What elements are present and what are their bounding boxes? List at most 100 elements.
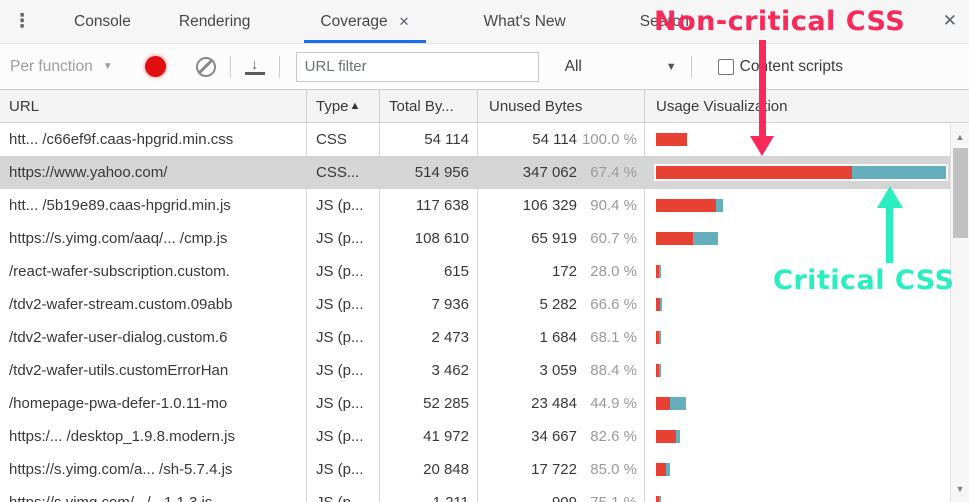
column-header-url[interactable]: URL [0, 90, 307, 122]
unused-bar-segment [656, 199, 716, 212]
close-devtools-icon[interactable]: ✕ [943, 11, 957, 31]
row-url: /react-wafer-subscription.custom. [0, 255, 307, 288]
coverage-table-row[interactable]: /tdv2-wafer-user-dialog.custom.6 JS (p..… [0, 321, 969, 354]
row-usage-visualization [645, 123, 969, 156]
row-usage-visualization [645, 486, 969, 502]
usage-bar [656, 331, 661, 344]
row-type: JS (p... [307, 420, 380, 453]
row-unused-bytes: 909 75.1 % [478, 486, 645, 502]
unused-bar-segment [656, 397, 670, 410]
unused-bar-segment [656, 430, 676, 443]
row-unused-bytes: 17 722 85.0 % [478, 453, 645, 486]
critical-arrow-icon [886, 207, 893, 263]
tab-close-icon[interactable]: ✕ [399, 14, 410, 30]
vertical-scrollbar[interactable]: ▲ ▼ [950, 124, 969, 502]
row-total-bytes: 108 610 [380, 222, 478, 255]
row-url: /tdv2-wafer-user-dialog.custom.6 [0, 321, 307, 354]
chevron-down-icon: ▼ [102, 61, 113, 72]
drawer-tab[interactable]: Rendering ✕ [163, 0, 267, 43]
unused-bytes-value: 17 722 [531, 461, 577, 478]
coverage-table-row[interactable]: https://s.yimg.com/.../..-1.1.3.js JS (p… [0, 486, 969, 502]
row-total-bytes: 41 972 [380, 420, 478, 453]
column-header-usage-visualization[interactable]: Usage Visualization [645, 90, 969, 122]
row-type: CSS... [307, 156, 380, 189]
non-critical-css-annotation: Non-critical CSS [654, 6, 906, 37]
coverage-toolbar: Per function ▼ ↓ All ▼ Content scripts [0, 44, 969, 90]
scrollbar-thumb[interactable] [953, 148, 968, 238]
unused-bytes-value: 347 062 [522, 164, 577, 181]
devtools-drawer: ⋮ Console ✕ Rendering ✕ Coverage ✕ What'… [0, 0, 969, 502]
row-total-bytes: 514 956 [380, 156, 478, 189]
column-header-total-bytes[interactable]: Total By... [380, 90, 478, 122]
type-filter-dropdown[interactable]: All ▼ [565, 58, 677, 76]
row-usage-visualization [645, 354, 969, 387]
row-total-bytes: 54 114 [380, 123, 478, 156]
row-total-bytes: 2 473 [380, 321, 478, 354]
content-scripts-checkbox[interactable] [717, 58, 734, 75]
usage-bar [656, 166, 946, 179]
unused-percent-value: 66.6 % [590, 296, 637, 313]
tab-label: Console [74, 12, 131, 30]
unused-bar-segment [656, 232, 693, 245]
toolbar-divider [278, 55, 280, 78]
drawer-tab[interactable]: What's New ✕ [468, 0, 582, 43]
row-usage-visualization [645, 321, 969, 354]
usage-bar [656, 397, 686, 410]
row-url: https://www.yahoo.com/ [0, 156, 307, 189]
unused-bytes-value: 3 059 [539, 362, 577, 379]
row-unused-bytes: 172 28.0 % [478, 255, 645, 288]
export-icon[interactable]: ↓ [244, 57, 265, 75]
coverage-table-row[interactable]: htt... /5b19e89.caas-hpgrid.min.js JS (p… [0, 189, 969, 222]
unused-percent-value: 60.7 % [590, 230, 637, 247]
critical-css-annotation: Critical CSS [773, 265, 955, 296]
row-usage-visualization [645, 453, 969, 486]
row-type: JS (p... [307, 288, 380, 321]
usage-bar [656, 430, 680, 443]
coverage-table-row[interactable]: https:/... /desktop_1.9.8.modern.js JS (… [0, 420, 969, 453]
tab-label: Coverage [320, 12, 388, 30]
row-unused-bytes: 347 062 67.4 % [478, 156, 645, 189]
unused-percent-value: 88.4 % [590, 362, 637, 379]
tab-strip: Console ✕ Rendering ✕ Coverage ✕ What's … [44, 0, 705, 43]
row-unused-bytes: 54 114 100.0 % [478, 123, 645, 156]
clear-icon[interactable] [195, 56, 216, 77]
coverage-table-row[interactable]: https://www.yahoo.com/ CSS... 514 956 34… [0, 156, 969, 189]
record-button[interactable] [144, 56, 166, 77]
drawer-tab[interactable]: Coverage ✕ [304, 0, 426, 43]
column-header-type[interactable]: Type ▲ [307, 90, 380, 122]
coverage-table-row[interactable]: https://s.yimg.com/a... /sh-5.7.4.js JS … [0, 453, 969, 486]
coverage-table-row[interactable]: htt... /c66ef9f.caas-hpgrid.min.css CSS … [0, 123, 969, 156]
row-url: /tdv2-wafer-utils.customErrorHan [0, 354, 307, 387]
column-header-unused-bytes[interactable]: Unused Bytes [478, 90, 645, 122]
chevron-down-icon: ▼ [665, 60, 677, 73]
coverage-table-row[interactable]: /homepage-pwa-defer-1.0.11-mo JS (p... 5… [0, 387, 969, 420]
content-scripts-label: Content scripts [739, 57, 844, 75]
tab-label: What's New [483, 12, 566, 30]
row-unused-bytes: 3 059 88.4 % [478, 354, 645, 387]
url-filter-input[interactable] [295, 51, 539, 82]
scroll-up-icon[interactable]: ▲ [951, 132, 969, 142]
row-type: JS (p... [307, 189, 380, 222]
used-bar-segment [660, 298, 662, 311]
used-bar-segment [659, 265, 661, 278]
usage-bar [656, 265, 661, 278]
row-type: JS (p... [307, 321, 380, 354]
scroll-down-icon[interactable]: ▼ [951, 484, 969, 494]
coverage-table-row[interactable]: https://s.yimg.com/aaq/... /cmp.js JS (p… [0, 222, 969, 255]
row-total-bytes: 1 211 [380, 486, 478, 502]
used-bar-segment [659, 364, 661, 377]
unused-bytes-value: 1 684 [539, 329, 577, 346]
row-usage-visualization [645, 387, 969, 420]
row-unused-bytes: 106 329 90.4 % [478, 189, 645, 222]
unused-percent-value: 100.0 % [581, 131, 637, 148]
coverage-mode-value: Per function [10, 57, 93, 75]
coverage-table-header: URL Type ▲ Total By... Unused Bytes Usag… [0, 90, 969, 123]
drawer-tab[interactable]: Console ✕ [58, 0, 147, 43]
coverage-mode-dropdown[interactable]: Per function ▼ [10, 58, 113, 76]
usage-bar [656, 199, 723, 212]
coverage-table-row[interactable]: /tdv2-wafer-utils.customErrorHan JS (p..… [0, 354, 969, 387]
used-bar-segment [659, 496, 661, 502]
usage-bar [656, 463, 670, 476]
more-tools-icon[interactable]: ⋮ [0, 10, 44, 33]
row-url: /homepage-pwa-defer-1.0.11-mo [0, 387, 307, 420]
